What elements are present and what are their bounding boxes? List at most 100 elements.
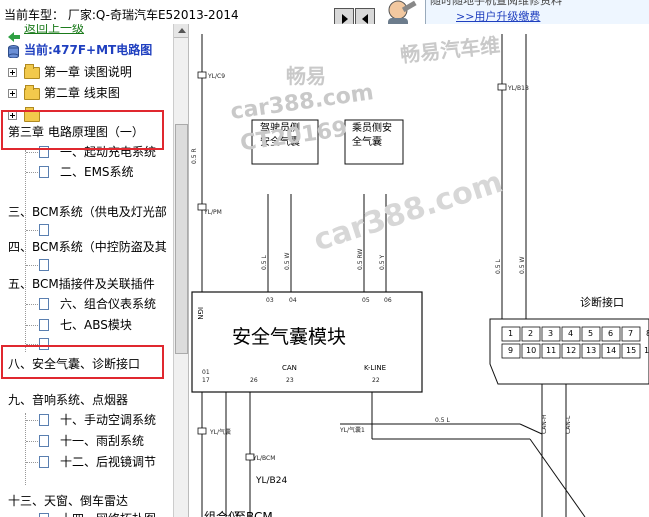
tree-connector bbox=[26, 304, 38, 305]
sidebar-item-label: 二、EMS系统 bbox=[60, 165, 134, 179]
svg-text:23: 23 bbox=[286, 377, 294, 384]
svg-text:03: 03 bbox=[266, 297, 274, 304]
highlight-box bbox=[1, 110, 164, 150]
tree-connector bbox=[25, 413, 26, 485]
bottom-label-bcm: 至BCM bbox=[234, 510, 273, 517]
sidebar-item-label: 六、组合仪表系统 bbox=[60, 297, 157, 311]
tree-connector bbox=[26, 462, 38, 463]
tree-connector bbox=[26, 230, 38, 231]
document-icon bbox=[39, 319, 49, 331]
sidebar-item-label: 十四、网络拓扑图 bbox=[60, 509, 156, 517]
sidebar-item-label: 十三、天窗、倒车雷达 bbox=[8, 494, 129, 508]
svg-text:04: 04 bbox=[289, 297, 297, 304]
svg-text:22: 22 bbox=[372, 377, 380, 384]
svg-text:YL/B18: YL/B18 bbox=[507, 85, 529, 92]
sidebar-item-label: 十、手动空调系统 bbox=[60, 413, 157, 427]
document-icon bbox=[39, 435, 49, 447]
tree-connector bbox=[26, 420, 38, 421]
svg-text:0.5 L: 0.5 L bbox=[261, 255, 268, 270]
document-icon bbox=[39, 456, 49, 468]
play-left-icon bbox=[362, 14, 368, 24]
svg-text:05: 05 bbox=[362, 297, 370, 304]
kline-pin-label: K-LINE bbox=[364, 364, 387, 372]
connector-label-b24: YL/B24 bbox=[256, 476, 288, 486]
current-model-label: 当前:477F+MT电路图 bbox=[24, 43, 153, 57]
svg-text:26: 26 bbox=[250, 377, 258, 384]
document-icon bbox=[39, 166, 49, 178]
sidebar-item-label: 五、BCM插接件及关联插件 bbox=[8, 277, 155, 291]
folder-icon bbox=[24, 85, 40, 100]
svg-text:17: 17 bbox=[202, 377, 210, 384]
port-pin: 1 bbox=[508, 329, 514, 338]
svg-text:0.5 RW: 0.5 RW bbox=[357, 249, 364, 270]
svg-text:0.5 W: 0.5 W bbox=[519, 257, 526, 274]
passenger-airbag-label: 乘员侧安 全气囊 bbox=[352, 122, 392, 150]
highlight-box bbox=[1, 345, 164, 379]
port-pin: 14 bbox=[606, 346, 617, 355]
tree-connector bbox=[26, 265, 38, 266]
port-pin: 15 bbox=[626, 346, 637, 355]
sidebar-item-label: 三、BCM系统（供电及灯光部 bbox=[8, 205, 167, 219]
svg-text:0.5 L: 0.5 L bbox=[435, 417, 450, 424]
sidebar-item-label: 七、ABS模块 bbox=[60, 318, 132, 332]
folder-icon bbox=[24, 64, 40, 79]
sidebar-item-label: 四、BCM系统（中控防盗及其 bbox=[8, 240, 167, 254]
expand-icon[interactable] bbox=[8, 89, 17, 98]
port-pin: 5 bbox=[588, 329, 594, 338]
svg-text:01: 01 bbox=[202, 369, 210, 376]
svg-text:06: 06 bbox=[384, 297, 392, 304]
svg-text:YL/C9: YL/C9 bbox=[207, 73, 225, 80]
scroll-thumb[interactable] bbox=[175, 124, 188, 354]
passenger-airbag-line-1: 乘员侧安 bbox=[352, 123, 392, 134]
svg-text:0.5 Y: 0.5 Y bbox=[379, 255, 386, 270]
svg-text:YL/气囊: YL/气囊 bbox=[209, 428, 231, 436]
airbag-module-title: 安全气囊模块 bbox=[232, 326, 347, 348]
diag-port-title: 诊断接口 bbox=[580, 296, 624, 309]
sidebar-item-label: 十二、后视镜调节 bbox=[60, 455, 157, 469]
svg-text:0.5 L: 0.5 L bbox=[495, 259, 502, 274]
passenger-airbag-line-2: 全气囊 bbox=[352, 137, 382, 148]
port-pin: 10 bbox=[526, 346, 537, 355]
port-pin: 2 bbox=[528, 329, 534, 338]
port-pin: 13 bbox=[586, 346, 597, 355]
current-vehicle-label: 当前车型： 厂家:Q-奇瑞汽车E52013-2014 bbox=[4, 8, 239, 22]
expand-icon[interactable] bbox=[8, 68, 17, 77]
document-icon bbox=[39, 259, 49, 271]
tree-connector bbox=[26, 325, 38, 326]
back-link[interactable]: 返回上一级 bbox=[24, 24, 84, 38]
port-pin: 12 bbox=[566, 346, 577, 355]
document-icon bbox=[39, 414, 49, 426]
document-icon bbox=[39, 224, 49, 236]
sidebar-item-label: 九、音响系统、点烟器 bbox=[8, 393, 129, 407]
port-pin: 11 bbox=[546, 346, 557, 355]
tree-view: 返回上一级 当前:477F+MT电路图 第一章 读图说明 第二章 线束图 第三章… bbox=[0, 24, 173, 517]
back-arrow-icon bbox=[8, 28, 20, 42]
document-icon bbox=[39, 513, 49, 517]
sidebar-item-label: 十一、雨刮系统 bbox=[60, 434, 145, 448]
port-pin: 6 bbox=[608, 329, 614, 338]
tree-connector bbox=[26, 152, 38, 153]
svg-text:0.5 R: 0.5 R bbox=[191, 148, 198, 164]
sidebar-item-label: 第二章 线束图 bbox=[44, 86, 120, 100]
upgrade-link[interactable]: >>用户升级缴费 bbox=[456, 8, 540, 24]
svg-text:CAN-H: CAN-H bbox=[541, 415, 548, 434]
document-icon bbox=[39, 298, 49, 310]
svg-text:CAN-L: CAN-L bbox=[565, 415, 572, 434]
port-pin: 16 bbox=[644, 346, 649, 355]
svg-text:YL/BCM: YL/BCM bbox=[252, 455, 275, 462]
watermark: 畅易 bbox=[286, 64, 326, 88]
port-pin: 3 bbox=[548, 329, 554, 338]
tree-connector bbox=[26, 441, 38, 442]
can-pin-label: CAN bbox=[282, 364, 297, 372]
tree-connector bbox=[26, 172, 38, 173]
play-right-icon bbox=[342, 14, 348, 24]
port-pin: 4 bbox=[568, 329, 574, 338]
sidebar-scrollbar[interactable] bbox=[173, 24, 188, 517]
svg-text:0.5 W: 0.5 W bbox=[284, 253, 291, 270]
scroll-up-icon[interactable] bbox=[174, 24, 188, 38]
upgrade-notice: 随时随地手机查阅维修资料 bbox=[430, 0, 562, 7]
wiring-diagram[interactable]: YL/C9 YL/B18 YL/PM 0.5 R 0.5 L 0.5 W 0.5… bbox=[190, 24, 649, 517]
sidebar-item-label: 第一章 读图说明 bbox=[44, 65, 132, 79]
port-pin: 9 bbox=[508, 346, 514, 355]
database-icon bbox=[8, 44, 19, 59]
